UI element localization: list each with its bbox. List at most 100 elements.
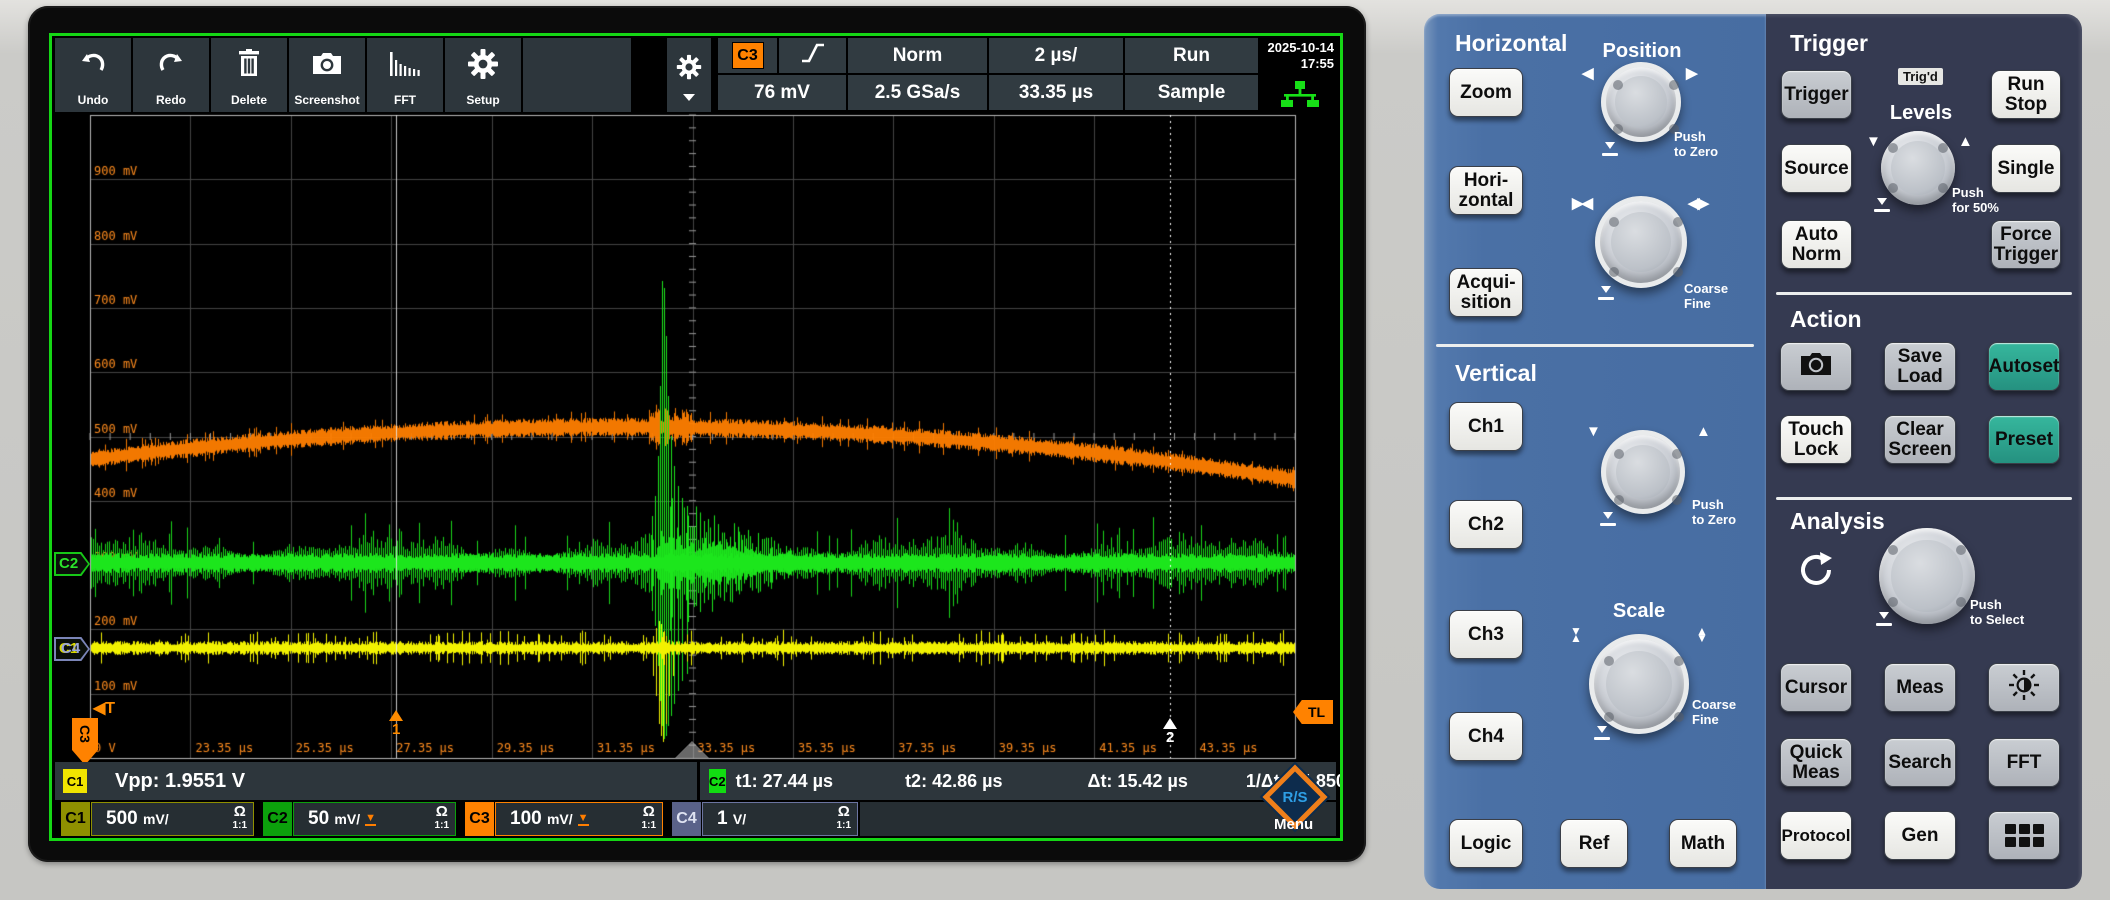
auto-norm-button[interactable]: Auto Norm bbox=[1781, 220, 1852, 269]
single-button[interactable]: Single bbox=[1991, 144, 2061, 193]
search-button[interactable]: Search bbox=[1884, 738, 1956, 787]
navigation-knob[interactable] bbox=[1879, 528, 1975, 624]
apps-button[interactable] bbox=[1988, 811, 2060, 860]
toolbar-label: Screenshot bbox=[289, 93, 365, 107]
trigger-level-cell[interactable]: 76 mV bbox=[718, 75, 846, 110]
trigger-levels-knob[interactable] bbox=[1881, 131, 1955, 205]
trigger-button[interactable]: Trigger bbox=[1781, 70, 1852, 119]
sample-rate-cell[interactable]: 2.5 GSa/s bbox=[848, 75, 987, 110]
meas-button[interactable]: Meas bbox=[1884, 663, 1956, 712]
trigger-position-marker[interactable] bbox=[675, 741, 709, 758]
delete-button[interactable]: Delete bbox=[211, 38, 287, 112]
cursor-button[interactable]: Cursor bbox=[1780, 663, 1852, 712]
measurement-result-bar[interactable]: C1 Vpp: 1.9551 V bbox=[55, 762, 697, 800]
knob-notch bbox=[1672, 449, 1682, 459]
setup-button[interactable]: Setup bbox=[445, 38, 521, 112]
cursor2-handle[interactable] bbox=[1163, 718, 1177, 729]
run-stop-button[interactable]: Run Stop bbox=[1991, 70, 2061, 119]
math-button[interactable]: Math bbox=[1669, 819, 1737, 868]
source-button[interactable]: Source bbox=[1781, 144, 1852, 193]
cursor1-label[interactable]: 1 bbox=[392, 721, 400, 738]
date-label: 2025-10-14 bbox=[1268, 40, 1335, 55]
autoset-button[interactable]: Autoset bbox=[1988, 342, 2060, 391]
zoom-button[interactable]: Zoom bbox=[1449, 68, 1523, 117]
waveform-display[interactable] bbox=[52, 36, 1340, 838]
c2-channel-badge[interactable]: C2 bbox=[263, 802, 292, 836]
c4-channel-cell[interactable]: 1 V/ Ω1:1 bbox=[702, 802, 858, 836]
ch1-button[interactable]: Ch1 bbox=[1449, 402, 1523, 451]
cursor2-label[interactable]: 2 bbox=[1166, 729, 1174, 746]
knob-face bbox=[1891, 141, 1946, 196]
trigger-section-title: Trigger bbox=[1790, 30, 1868, 57]
arrow-up-icon: ▲ bbox=[1958, 134, 1971, 149]
cursor-result-bar[interactable]: C2 t1: 27.44 µs t2: 42.86 µs Δt: 15.42 µ… bbox=[700, 762, 1336, 800]
c2-coupling: Ω bbox=[436, 803, 448, 820]
trigger-source-cell[interactable]: C3 bbox=[718, 38, 777, 73]
c1-probe: 1:1 bbox=[233, 821, 247, 831]
cursor1-handle[interactable] bbox=[389, 710, 403, 721]
lan-network-icon[interactable] bbox=[1280, 80, 1320, 113]
touch-lock-button[interactable]: Touch Lock bbox=[1780, 415, 1852, 464]
horizontal-position-knob[interactable] bbox=[1601, 62, 1681, 142]
force-trigger-button[interactable]: Force Trigger bbox=[1991, 220, 2061, 269]
preset-button[interactable]: Preset bbox=[1988, 415, 2060, 464]
panel-blue-section: Horizontal Zoom Hori- zontal Acqui- siti… bbox=[1424, 14, 1766, 889]
ch3-button[interactable]: Ch3 bbox=[1449, 610, 1523, 659]
cursor-source-badge: C2 bbox=[709, 769, 726, 793]
logic-button[interactable]: Logic bbox=[1449, 819, 1523, 868]
quick-settings-cell[interactable] bbox=[667, 38, 711, 112]
horizontal-button[interactable]: Hori- zontal bbox=[1449, 166, 1523, 215]
c1-channel-cell[interactable]: 500 mV/ Ω1:1 bbox=[91, 802, 254, 836]
redo-button[interactable]: Redo bbox=[133, 38, 209, 112]
vertical-scale-label: Scale bbox=[1584, 600, 1694, 623]
horizontal-position-cell[interactable]: 33.35 µs bbox=[989, 75, 1123, 110]
display-intensity-button[interactable] bbox=[1988, 663, 2060, 712]
horizontal-scale-knob[interactable] bbox=[1595, 196, 1687, 288]
compress-vertical-icon: ▼▲ bbox=[1570, 628, 1582, 643]
protocol-button[interactable]: Protocol bbox=[1780, 811, 1852, 860]
clear-screen-button[interactable]: Clear Screen bbox=[1884, 415, 1956, 464]
ref-button[interactable]: Ref bbox=[1560, 819, 1628, 868]
c3-channel-cell[interactable]: 100 mV/ ▼ Ω1:1 bbox=[495, 802, 663, 836]
undo-button[interactable]: Undo bbox=[55, 38, 131, 112]
brightness-icon bbox=[2008, 669, 2040, 705]
screenshot-action-button[interactable] bbox=[1780, 342, 1852, 391]
trigger-slope-cell[interactable] bbox=[779, 38, 846, 73]
save-load-button[interactable]: Save Load bbox=[1884, 342, 1956, 391]
scope-screen[interactable]: Undo Redo Delete Screenshot FFT Setup bbox=[49, 33, 1343, 841]
c1-c4-trace-marker[interactable]: C1 C4 bbox=[54, 637, 90, 661]
c2-probe: 1:1 bbox=[435, 821, 449, 831]
acquisition-mode-cell[interactable]: Sample bbox=[1125, 75, 1258, 110]
acquisition-button[interactable]: Acqui- sition bbox=[1449, 268, 1523, 317]
push-icon bbox=[1602, 142, 1618, 156]
panel-navy-section: Trigger Trigger Source Auto Norm Run Sto… bbox=[1766, 14, 2082, 889]
vertical-scale-knob[interactable] bbox=[1589, 634, 1689, 734]
toolbar-label: Delete bbox=[211, 93, 287, 107]
c1-channel-badge[interactable]: C1 bbox=[61, 802, 90, 836]
c2-trace-marker[interactable]: C2 bbox=[54, 552, 90, 576]
push-icon bbox=[1594, 726, 1610, 740]
ch4-button[interactable]: Ch4 bbox=[1449, 712, 1523, 761]
c3-scale: 100 bbox=[510, 808, 542, 829]
fft-button[interactable]: FFT bbox=[367, 38, 443, 112]
apps-grid-icon bbox=[2005, 824, 2044, 847]
knob-notch bbox=[1888, 183, 1898, 193]
ch2-button[interactable]: Ch2 bbox=[1449, 500, 1523, 549]
quick-meas-button[interactable]: Quick Meas bbox=[1780, 738, 1852, 787]
camera-icon bbox=[289, 44, 365, 84]
gen-button[interactable]: Gen bbox=[1884, 811, 1956, 860]
vertical-position-hint: Push to Zero bbox=[1692, 498, 1736, 528]
time-label: 17:55 bbox=[1301, 56, 1334, 71]
screenshot-button[interactable]: Screenshot bbox=[289, 38, 365, 112]
c3-channel-badge[interactable]: C3 bbox=[465, 802, 494, 836]
knob-notch bbox=[1938, 143, 1948, 153]
timebase-cell[interactable]: 2 µs/ bbox=[989, 38, 1123, 73]
fft-analysis-button[interactable]: FFT bbox=[1988, 738, 2060, 787]
trigger-mode-cell[interactable]: Norm bbox=[848, 38, 987, 73]
c2-channel-cell[interactable]: 50 mV/ ▼ Ω1:1 bbox=[293, 802, 456, 836]
acquisition-state-cell[interactable]: Run bbox=[1125, 38, 1258, 73]
c4-channel-badge[interactable]: C4 bbox=[672, 802, 701, 836]
vertical-position-knob[interactable] bbox=[1601, 430, 1685, 514]
c3-probe: 1:1 bbox=[642, 821, 656, 831]
trigger-level-marker[interactable]: ◀T bbox=[93, 698, 115, 718]
